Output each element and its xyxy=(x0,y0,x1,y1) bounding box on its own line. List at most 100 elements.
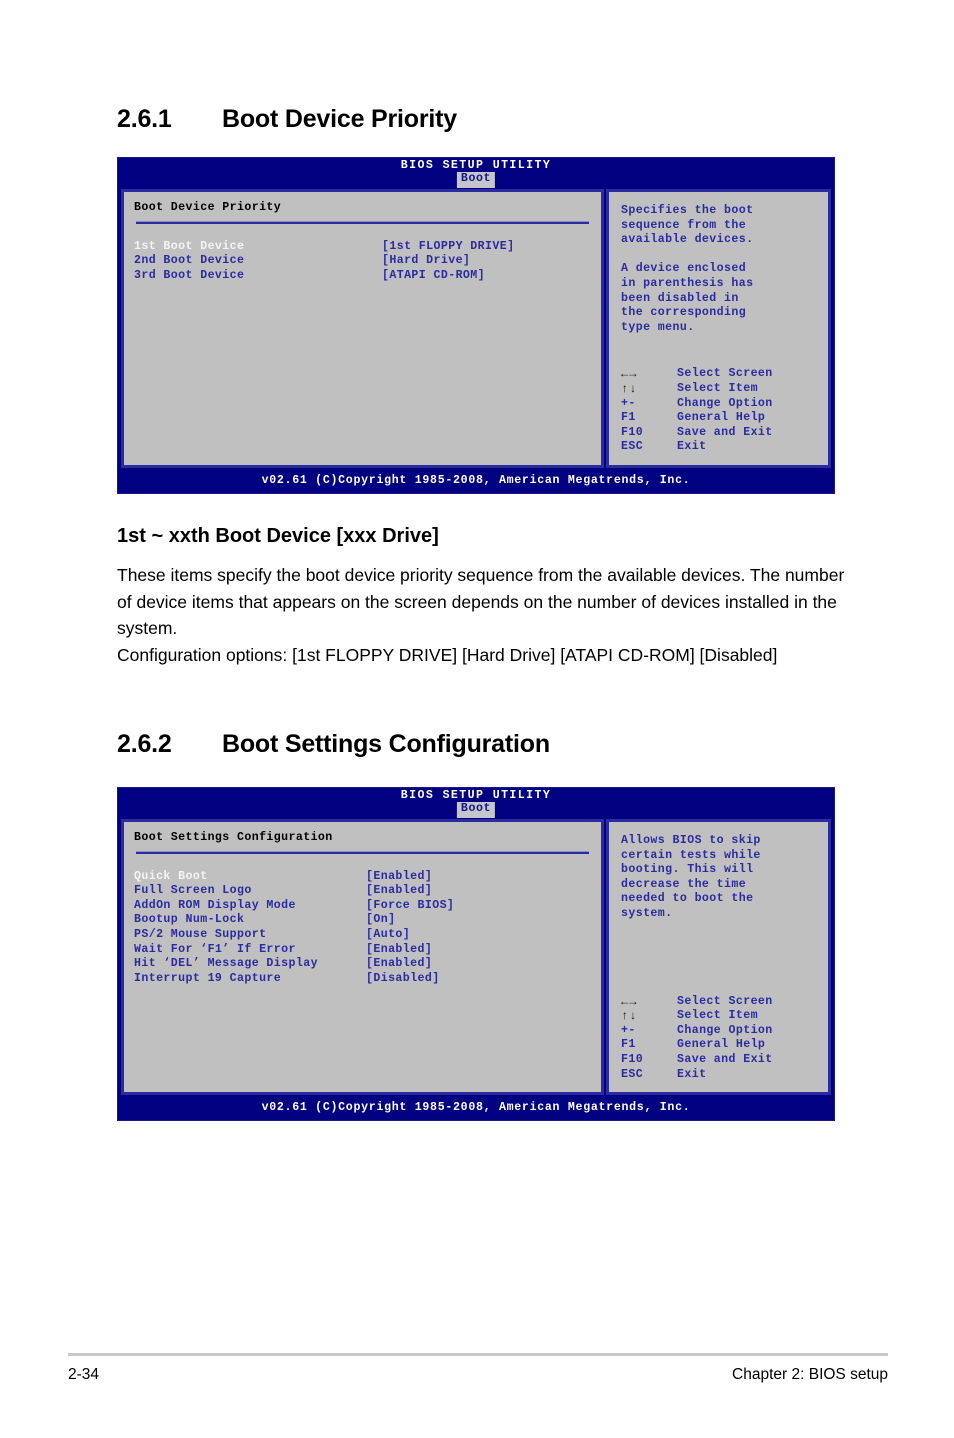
option-label: Interrupt 19 Capture xyxy=(134,971,282,985)
legend-action: Change Option xyxy=(677,396,773,410)
section-number: 2.6.1 xyxy=(117,105,172,133)
bios-option-row[interactable]: Full Screen Logo [Enabled] xyxy=(134,884,591,899)
bios-option-row[interactable]: Bootup Num-Lock [On] xyxy=(134,913,591,928)
bios-copyright-footer: v02.61 (C)Copyright 1985-2008, American … xyxy=(118,1098,834,1120)
option-label: Full Screen Logo xyxy=(134,884,252,898)
option-label: AddOn ROM Display Mode xyxy=(134,898,296,912)
option-value[interactable]: [Enabled] xyxy=(366,870,432,885)
legend-action: Exit xyxy=(677,440,707,454)
document-page: 2.6.1 Boot Device Priority BIOS SETUP UT… xyxy=(0,0,954,1438)
arrow-left-right-icon: ←→ xyxy=(621,367,638,382)
option-value[interactable]: [On] xyxy=(366,913,395,928)
bios-option-row[interactable]: PS/2 Mouse Support [Auto] xyxy=(134,928,591,943)
page-number: 2-34 xyxy=(68,1366,100,1383)
bios-copyright-footer: v02.61 (C)Copyright 1985-2008, American … xyxy=(118,470,834,493)
option-label: Hit ‘DEL’ Message Display xyxy=(134,957,318,971)
bios-option-row[interactable]: 3rd Boot Device [ATAPI CD-ROM] xyxy=(134,269,591,284)
option-label: 2nd Boot Device xyxy=(134,254,245,268)
bios-option-row[interactable]: Wait For ‘F1’ If Error [Enabled] xyxy=(134,943,591,958)
option-value[interactable]: [Auto] xyxy=(366,928,410,943)
subsection-paragraph: These items specify the boot device prio… xyxy=(117,565,845,665)
panel-title: Boot Settings Configuration xyxy=(134,831,333,844)
key-legend: ←→ Select Screen ↑↓ Select Item +- Change O… xyxy=(621,367,820,455)
help-text-secondary: A device enclosed in parenthesis has bee… xyxy=(621,262,754,334)
option-value[interactable]: [Enabled] xyxy=(366,957,432,972)
esc-key: ESC xyxy=(621,1067,644,1081)
plus-minus-key: +- xyxy=(621,396,636,410)
legend-row: F1 General Help xyxy=(621,1038,820,1053)
f10-key: F10 xyxy=(621,1052,644,1066)
legend-row: ↑↓ Select Item xyxy=(621,382,820,397)
option-value[interactable]: [Enabled] xyxy=(366,943,432,958)
bios-title-bar: BIOS SETUP UTILITY Boot xyxy=(118,788,834,818)
plus-minus-key: +- xyxy=(621,1023,636,1037)
bios-screen-boot-settings-configuration: BIOS SETUP UTILITY Boot Boot Settings Co… xyxy=(117,787,835,1121)
arrow-up-down-icon: ↑↓ xyxy=(621,381,638,396)
option-value[interactable]: [Enabled] xyxy=(366,884,432,899)
section-number: 2.6.2 xyxy=(117,730,172,758)
option-value[interactable]: [Force BIOS] xyxy=(366,899,454,914)
bios-option-row[interactable]: 2nd Boot Device [Hard Drive] xyxy=(134,254,591,269)
option-label: 3rd Boot Device xyxy=(134,268,245,282)
bios-tab-boot[interactable]: Boot xyxy=(456,172,496,188)
section-title: Boot Device Priority xyxy=(222,105,457,133)
option-label: Bootup Num-Lock xyxy=(134,913,245,927)
option-value[interactable]: [1st FLOPPY DRIVE] xyxy=(382,240,514,255)
bios-help-panel: Specifies the boot sequence from the ava… xyxy=(606,189,831,468)
panel-divider xyxy=(136,220,589,224)
option-value[interactable]: [ATAPI CD-ROM] xyxy=(382,269,485,284)
legend-row: F10 Save and Exit xyxy=(621,1053,820,1068)
esc-key: ESC xyxy=(621,440,644,454)
legend-action: Select Screen xyxy=(677,994,773,1008)
option-value[interactable]: [Hard Drive] xyxy=(382,254,470,269)
legend-row: +- Change Option xyxy=(621,397,820,412)
legend-action: Save and Exit xyxy=(677,425,773,439)
key-legend: ←→ Select Screen ↑↓ Select Item +- Change O… xyxy=(621,995,820,1083)
option-label: PS/2 Mouse Support xyxy=(134,927,267,941)
chapter-label: Chapter 2: BIOS setup xyxy=(732,1366,888,1383)
subsection-heading: 1st ~ xxth Boot Device [xxx Drive] xyxy=(117,525,439,547)
section-heading-2-6-2: 2.6.2 Boot Settings Configuration xyxy=(117,730,550,759)
legend-action: Save and Exit xyxy=(677,1052,773,1066)
legend-row: F10 Save and Exit xyxy=(621,426,820,441)
arrow-left-right-icon: ←→ xyxy=(621,994,638,1009)
bios-option-row[interactable]: Quick Boot [Enabled] xyxy=(134,870,591,885)
help-spacer xyxy=(621,248,820,263)
help-text-primary: Allows BIOS to skip certain tests while … xyxy=(621,834,761,920)
legend-action: Select Screen xyxy=(677,367,773,381)
legend-row: ↑↓ Select Item xyxy=(621,1009,820,1024)
legend-row: ESC Exit xyxy=(621,1068,820,1083)
bios-option-row[interactable]: Hit ‘DEL’ Message Display [Enabled] xyxy=(134,957,591,972)
bios-settings-panel: Boot Settings Configuration Quick Boot [… xyxy=(121,819,604,1096)
legend-action: General Help xyxy=(677,1038,766,1052)
panel-title: Boot Device Priority xyxy=(134,201,282,214)
legend-action: Change Option xyxy=(677,1023,773,1037)
option-value[interactable]: [Disabled] xyxy=(366,972,440,987)
help-text-primary: Specifies the boot sequence from the ava… xyxy=(621,204,754,247)
panel-divider xyxy=(136,850,589,854)
bios-option-row[interactable]: AddOn ROM Display Mode [Force BIOS] xyxy=(134,899,591,914)
arrow-up-down-icon: ↑↓ xyxy=(621,1009,638,1024)
bios-body: Boot Device Priority 1st Boot Device [1s… xyxy=(118,186,834,471)
legend-row: ←→ Select Screen xyxy=(621,367,820,382)
f1-key: F1 xyxy=(621,1038,636,1052)
option-label: Quick Boot xyxy=(134,869,208,883)
legend-row: +- Change Option xyxy=(621,1024,820,1039)
option-label: Wait For ‘F1’ If Error xyxy=(134,942,296,956)
f1-key: F1 xyxy=(621,411,636,425)
f10-key: F10 xyxy=(621,425,644,439)
bios-screen-boot-device-priority: BIOS SETUP UTILITY Boot Boot Device Prio… xyxy=(117,157,835,494)
legend-row: ESC Exit xyxy=(621,440,820,455)
option-label: 1st Boot Device xyxy=(134,239,245,253)
legend-action: General Help xyxy=(677,411,766,425)
legend-action: Select Item xyxy=(677,381,758,395)
section-title: Boot Settings Configuration xyxy=(222,730,550,758)
bios-option-row[interactable]: 1st Boot Device [1st FLOPPY DRIVE] xyxy=(134,240,591,255)
legend-action: Exit xyxy=(677,1067,707,1081)
bios-tab-boot[interactable]: Boot xyxy=(456,802,496,818)
legend-row: F1 General Help xyxy=(621,411,820,426)
legend-row: ←→ Select Screen xyxy=(621,995,820,1010)
bios-option-row[interactable]: Interrupt 19 Capture [Disabled] xyxy=(134,972,591,987)
bios-help-panel: Allows BIOS to skip certain tests while … xyxy=(606,819,831,1096)
legend-action: Select Item xyxy=(677,1009,758,1023)
